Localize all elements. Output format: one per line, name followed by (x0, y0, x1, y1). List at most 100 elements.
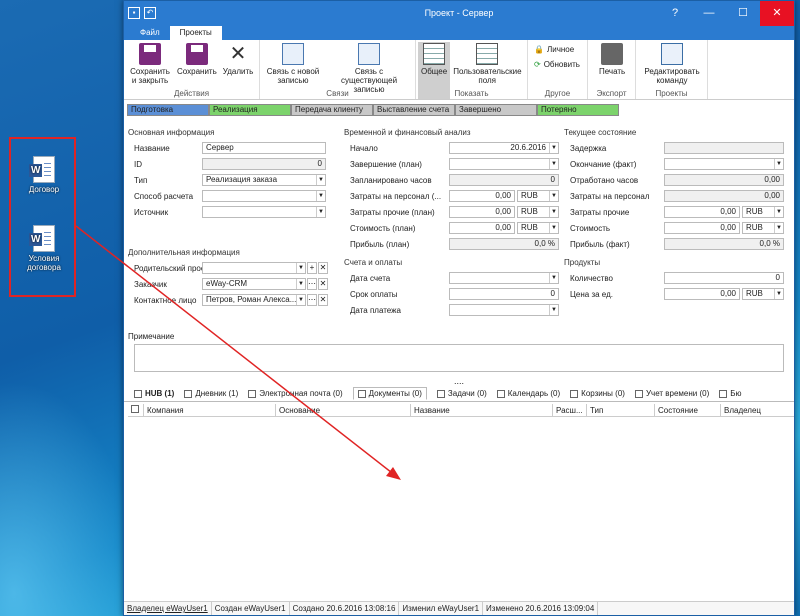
due-field[interactable]: 0 (449, 288, 559, 300)
column-extension[interactable]: Расш... (553, 404, 587, 416)
currency-select[interactable]: RUB ▼ (742, 288, 784, 300)
more-icon[interactable]: ⋯ (307, 278, 317, 290)
clear-icon[interactable]: ✕ (318, 262, 328, 274)
status-owner[interactable]: Владелец eWayUser1 (124, 602, 212, 615)
tab-hub[interactable]: HUB (1) (134, 389, 174, 398)
document-icon (131, 405, 139, 413)
field-label: Количество (570, 273, 613, 283)
column-type[interactable]: Тип (587, 404, 655, 416)
type-select[interactable]: Реализация заказа ▼ (202, 174, 326, 186)
tab-file[interactable]: Файл (130, 26, 170, 40)
clear-icon[interactable]: ✕ (318, 294, 328, 306)
column-owner[interactable]: Владелец (721, 404, 794, 416)
stage-invoicing[interactable]: Выставление счета (373, 104, 455, 116)
field-label: Срок оплаты (350, 289, 398, 299)
staff-cost-field[interactable]: 0,00 (449, 190, 515, 202)
ribbon-group-other: 🔒 Личное ⟳ Обновить Другое (528, 40, 588, 99)
tab-calendar[interactable]: Календарь (0) (496, 389, 560, 398)
profit-plan-field: 0,0 % (449, 238, 559, 250)
tab-journal[interactable]: Дневник (1) (184, 389, 238, 398)
desktop-icon-label: Договор (28, 185, 60, 194)
refresh-icon: ⟳ (534, 60, 541, 69)
delay-field (664, 142, 784, 154)
documents-grid[interactable] (128, 418, 794, 598)
close-button[interactable]: ✕ (760, 1, 794, 26)
currency-select[interactable]: RUB ▼ (742, 206, 784, 218)
stage-completed[interactable]: Завершено (455, 104, 537, 116)
tab-carts[interactable]: Корзины (0) (570, 389, 625, 398)
field-label: Дата счета (350, 273, 391, 283)
title-bar: ▪ ↶ Проект - Сервер ? — ☐ ✕ (124, 1, 794, 26)
column-name[interactable]: Название (411, 404, 553, 416)
customer-select[interactable]: eWay-CRM ▼ (202, 278, 306, 290)
unit-price-field[interactable]: 0,00 (664, 288, 740, 300)
payment-date-field[interactable]: ▼ (449, 304, 559, 316)
source-select[interactable]: ▼ (202, 206, 326, 218)
maximize-button[interactable]: ☐ (726, 1, 760, 26)
section-title: Текущее состояние (564, 128, 637, 137)
ribbon: Сохранить и закрыть Сохранить ✕ Удалить Д… (124, 40, 794, 100)
other-cost-field[interactable]: 0,00 (449, 206, 515, 218)
help-icon[interactable]: ? (658, 1, 692, 26)
splitter-handle[interactable]: .... (454, 376, 464, 386)
currency-select[interactable]: RUB ▼ (517, 222, 559, 234)
column-status[interactable]: Состояние (655, 404, 721, 416)
tab-time-tracking[interactable]: Учет времени (0) (634, 389, 709, 398)
currency-select[interactable]: RUB ▼ (517, 206, 559, 218)
end-plan-field[interactable]: ▼ (449, 158, 559, 170)
window-controls: ? — ☐ ✕ (658, 1, 794, 26)
ribbon-group-actions: Сохранить и закрыть Сохранить ✕ Удалить Д… (124, 40, 260, 99)
private-button[interactable]: 🔒 Личное (534, 45, 581, 54)
time-finance-section: Временной и финансовый анализ Начало 20.6… (344, 128, 559, 320)
chevron-down-icon: ▼ (296, 295, 305, 305)
price-plan-field[interactable]: 0,00 (449, 222, 515, 234)
section-title: Дополнительная информация (128, 248, 240, 257)
add-icon[interactable]: + (307, 262, 317, 274)
custom-fields-icon (476, 43, 499, 65)
field-label: Начало (350, 143, 378, 153)
more-icon[interactable]: ⋯ (307, 294, 317, 306)
chevron-down-icon: ▼ (296, 279, 305, 289)
calc-method-select[interactable]: ▼ (202, 190, 326, 202)
currency-select[interactable]: RUB ▼ (742, 222, 784, 234)
field-label: ID (134, 159, 142, 169)
tab-budget[interactable]: Бю (719, 389, 742, 398)
column-company[interactable]: Компания (144, 404, 276, 416)
column-icon[interactable] (128, 404, 144, 416)
name-field[interactable]: Сервер (202, 142, 326, 154)
status-modified-by: Изменил eWayUser1 (399, 602, 484, 615)
tab-documents[interactable]: Документы (0) (352, 387, 427, 400)
stage-handover[interactable]: Передача клиенту (291, 104, 373, 116)
clock-icon (634, 389, 643, 398)
price-fact-field[interactable]: 0,00 (664, 222, 740, 234)
parent-project-select[interactable]: ▼ (202, 262, 306, 274)
desktop-icon-conditions[interactable]: Условия договора (17, 225, 71, 272)
start-date-field[interactable]: 20.6.2016 ▼ (449, 142, 559, 154)
desktop-icon-dogovor[interactable]: Договор (17, 156, 71, 194)
lock-icon: 🔒 (534, 45, 544, 54)
other-fact-field[interactable]: 0,00 (664, 206, 740, 218)
invoice-date-field[interactable]: ▼ (449, 272, 559, 284)
tab-tasks[interactable]: Задачи (0) (436, 389, 487, 398)
refresh-button[interactable]: ⟳ Обновить (534, 60, 581, 69)
link-existing-icon (358, 43, 380, 65)
chevron-down-icon: ▼ (774, 289, 783, 299)
tab-email[interactable]: Электронная почта (0) (248, 389, 343, 398)
stage-preparation[interactable]: Подготовка (127, 104, 209, 116)
tab-projects[interactable]: Проекты (169, 26, 222, 40)
clear-icon[interactable]: ✕ (318, 278, 328, 290)
document-icon (357, 389, 366, 398)
ribbon-group-label: Экспорт (596, 89, 627, 98)
staff-fact-field: 0,00 (664, 190, 784, 202)
chevron-down-icon: ▼ (549, 207, 558, 217)
status-created-by: Создан eWayUser1 (212, 602, 290, 615)
stage-realization[interactable]: Реализация (209, 104, 291, 116)
end-fact-field[interactable]: ▼ (664, 158, 784, 170)
minimize-button[interactable]: — (692, 1, 726, 26)
contact-select[interactable]: Петров, Роман Алекса... ▼ (202, 294, 306, 306)
note-field[interactable] (134, 344, 784, 372)
currency-select[interactable]: RUB ▼ (517, 190, 559, 202)
quantity-field[interactable]: 0 (664, 272, 784, 284)
column-basis[interactable]: Основание (276, 404, 411, 416)
stage-lost[interactable]: Потеряно (537, 104, 619, 116)
